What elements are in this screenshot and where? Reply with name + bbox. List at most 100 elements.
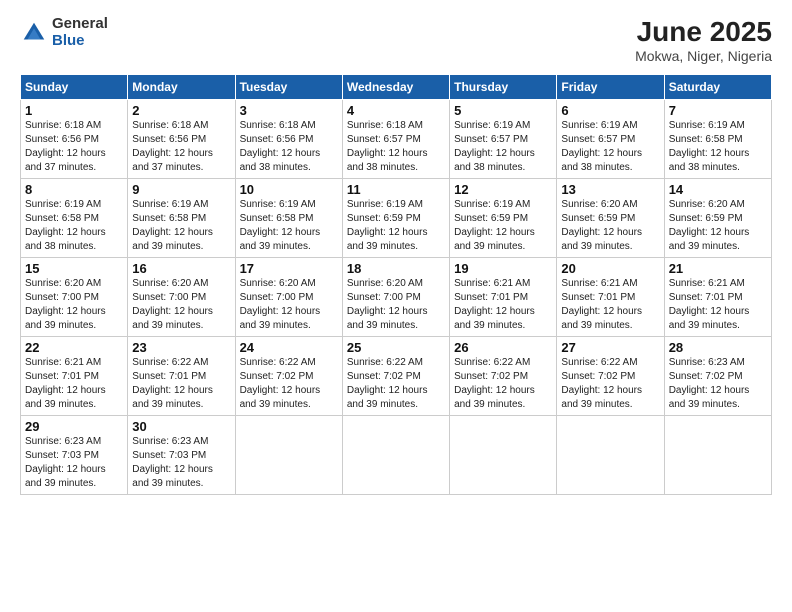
- main-title: June 2025: [635, 16, 772, 48]
- day-number: 6: [561, 103, 659, 118]
- day-number: 22: [25, 340, 123, 355]
- day-info: Sunrise: 6:19 AMSunset: 6:58 PMDaylight:…: [669, 120, 750, 173]
- day-info: Sunrise: 6:21 AMSunset: 7:01 PMDaylight:…: [561, 278, 642, 331]
- col-monday: Monday: [128, 75, 235, 100]
- logo-text: General Blue: [52, 16, 108, 49]
- calendar-cell: 25 Sunrise: 6:22 AMSunset: 7:02 PMDaylig…: [342, 337, 449, 416]
- day-number: 20: [561, 261, 659, 276]
- logo: General Blue: [20, 16, 108, 49]
- day-number: 25: [347, 340, 445, 355]
- calendar-cell: 16 Sunrise: 6:20 AMSunset: 7:00 PMDaylig…: [128, 258, 235, 337]
- calendar-cell: 13 Sunrise: 6:20 AMSunset: 6:59 PMDaylig…: [557, 179, 664, 258]
- calendar-cell: 24 Sunrise: 6:22 AMSunset: 7:02 PMDaylig…: [235, 337, 342, 416]
- day-info: Sunrise: 6:18 AMSunset: 6:57 PMDaylight:…: [347, 120, 428, 173]
- day-info: Sunrise: 6:20 AMSunset: 7:00 PMDaylight:…: [25, 278, 106, 331]
- day-number: 18: [347, 261, 445, 276]
- calendar-cell: 7 Sunrise: 6:19 AMSunset: 6:58 PMDayligh…: [664, 100, 771, 179]
- calendar-cell: [557, 416, 664, 495]
- day-number: 23: [132, 340, 230, 355]
- calendar-cell: 2 Sunrise: 6:18 AMSunset: 6:56 PMDayligh…: [128, 100, 235, 179]
- calendar-cell: 3 Sunrise: 6:18 AMSunset: 6:56 PMDayligh…: [235, 100, 342, 179]
- calendar-cell: 27 Sunrise: 6:22 AMSunset: 7:02 PMDaylig…: [557, 337, 664, 416]
- calendar-cell: 15 Sunrise: 6:20 AMSunset: 7:00 PMDaylig…: [21, 258, 128, 337]
- week-row-5: 29 Sunrise: 6:23 AMSunset: 7:03 PMDaylig…: [21, 416, 772, 495]
- day-number: 8: [25, 182, 123, 197]
- day-info: Sunrise: 6:22 AMSunset: 7:02 PMDaylight:…: [240, 357, 321, 410]
- day-info: Sunrise: 6:18 AMSunset: 6:56 PMDaylight:…: [25, 120, 106, 173]
- subtitle: Mokwa, Niger, Nigeria: [635, 48, 772, 64]
- day-number: 7: [669, 103, 767, 118]
- logo-icon: [20, 19, 48, 47]
- day-info: Sunrise: 6:19 AMSunset: 6:58 PMDaylight:…: [132, 199, 213, 252]
- col-saturday: Saturday: [664, 75, 771, 100]
- day-info: Sunrise: 6:19 AMSunset: 6:59 PMDaylight:…: [347, 199, 428, 252]
- calendar-cell: 8 Sunrise: 6:19 AMSunset: 6:58 PMDayligh…: [21, 179, 128, 258]
- day-info: Sunrise: 6:23 AMSunset: 7:03 PMDaylight:…: [25, 436, 106, 489]
- day-number: 24: [240, 340, 338, 355]
- day-number: 1: [25, 103, 123, 118]
- day-number: 21: [669, 261, 767, 276]
- calendar-cell: 6 Sunrise: 6:19 AMSunset: 6:57 PMDayligh…: [557, 100, 664, 179]
- week-row-3: 15 Sunrise: 6:20 AMSunset: 7:00 PMDaylig…: [21, 258, 772, 337]
- calendar-cell: [664, 416, 771, 495]
- calendar-cell: 22 Sunrise: 6:21 AMSunset: 7:01 PMDaylig…: [21, 337, 128, 416]
- day-info: Sunrise: 6:19 AMSunset: 6:59 PMDaylight:…: [454, 199, 535, 252]
- calendar-header-row: Sunday Monday Tuesday Wednesday Thursday…: [21, 75, 772, 100]
- day-number: 28: [669, 340, 767, 355]
- calendar-cell: [342, 416, 449, 495]
- calendar-cell: 17 Sunrise: 6:20 AMSunset: 7:00 PMDaylig…: [235, 258, 342, 337]
- calendar-cell: 23 Sunrise: 6:22 AMSunset: 7:01 PMDaylig…: [128, 337, 235, 416]
- week-row-4: 22 Sunrise: 6:21 AMSunset: 7:01 PMDaylig…: [21, 337, 772, 416]
- header: General Blue June 2025 Mokwa, Niger, Nig…: [20, 16, 772, 64]
- calendar-cell: [235, 416, 342, 495]
- day-info: Sunrise: 6:19 AMSunset: 6:57 PMDaylight:…: [454, 120, 535, 173]
- title-block: June 2025 Mokwa, Niger, Nigeria: [635, 16, 772, 64]
- calendar-table: Sunday Monday Tuesday Wednesday Thursday…: [20, 74, 772, 495]
- day-info: Sunrise: 6:21 AMSunset: 7:01 PMDaylight:…: [25, 357, 106, 410]
- day-number: 29: [25, 419, 123, 434]
- calendar-cell: 4 Sunrise: 6:18 AMSunset: 6:57 PMDayligh…: [342, 100, 449, 179]
- col-wednesday: Wednesday: [342, 75, 449, 100]
- day-info: Sunrise: 6:23 AMSunset: 7:03 PMDaylight:…: [132, 436, 213, 489]
- calendar-cell: 28 Sunrise: 6:23 AMSunset: 7:02 PMDaylig…: [664, 337, 771, 416]
- day-number: 16: [132, 261, 230, 276]
- day-info: Sunrise: 6:20 AMSunset: 7:00 PMDaylight:…: [240, 278, 321, 331]
- day-info: Sunrise: 6:18 AMSunset: 6:56 PMDaylight:…: [132, 120, 213, 173]
- day-number: 5: [454, 103, 552, 118]
- calendar-cell: 29 Sunrise: 6:23 AMSunset: 7:03 PMDaylig…: [21, 416, 128, 495]
- col-sunday: Sunday: [21, 75, 128, 100]
- day-number: 4: [347, 103, 445, 118]
- calendar-cell: 21 Sunrise: 6:21 AMSunset: 7:01 PMDaylig…: [664, 258, 771, 337]
- calendar-cell: 5 Sunrise: 6:19 AMSunset: 6:57 PMDayligh…: [450, 100, 557, 179]
- day-info: Sunrise: 6:21 AMSunset: 7:01 PMDaylight:…: [454, 278, 535, 331]
- day-number: 17: [240, 261, 338, 276]
- day-info: Sunrise: 6:19 AMSunset: 6:57 PMDaylight:…: [561, 120, 642, 173]
- day-number: 10: [240, 182, 338, 197]
- day-info: Sunrise: 6:23 AMSunset: 7:02 PMDaylight:…: [669, 357, 750, 410]
- calendar-cell: 20 Sunrise: 6:21 AMSunset: 7:01 PMDaylig…: [557, 258, 664, 337]
- day-number: 13: [561, 182, 659, 197]
- day-info: Sunrise: 6:19 AMSunset: 6:58 PMDaylight:…: [25, 199, 106, 252]
- day-info: Sunrise: 6:18 AMSunset: 6:56 PMDaylight:…: [240, 120, 321, 173]
- day-number: 14: [669, 182, 767, 197]
- week-row-2: 8 Sunrise: 6:19 AMSunset: 6:58 PMDayligh…: [21, 179, 772, 258]
- day-number: 9: [132, 182, 230, 197]
- day-info: Sunrise: 6:20 AMSunset: 6:59 PMDaylight:…: [669, 199, 750, 252]
- day-number: 12: [454, 182, 552, 197]
- calendar-cell: 10 Sunrise: 6:19 AMSunset: 6:58 PMDaylig…: [235, 179, 342, 258]
- calendar-cell: 14 Sunrise: 6:20 AMSunset: 6:59 PMDaylig…: [664, 179, 771, 258]
- day-info: Sunrise: 6:22 AMSunset: 7:02 PMDaylight:…: [347, 357, 428, 410]
- day-number: 19: [454, 261, 552, 276]
- day-info: Sunrise: 6:21 AMSunset: 7:01 PMDaylight:…: [669, 278, 750, 331]
- day-number: 11: [347, 182, 445, 197]
- calendar-cell: 11 Sunrise: 6:19 AMSunset: 6:59 PMDaylig…: [342, 179, 449, 258]
- logo-general: General: [52, 16, 108, 33]
- calendar-cell: 18 Sunrise: 6:20 AMSunset: 7:00 PMDaylig…: [342, 258, 449, 337]
- week-row-1: 1 Sunrise: 6:18 AMSunset: 6:56 PMDayligh…: [21, 100, 772, 179]
- day-info: Sunrise: 6:19 AMSunset: 6:58 PMDaylight:…: [240, 199, 321, 252]
- calendar-cell: 26 Sunrise: 6:22 AMSunset: 7:02 PMDaylig…: [450, 337, 557, 416]
- day-number: 27: [561, 340, 659, 355]
- col-thursday: Thursday: [450, 75, 557, 100]
- day-number: 3: [240, 103, 338, 118]
- calendar-cell: 19 Sunrise: 6:21 AMSunset: 7:01 PMDaylig…: [450, 258, 557, 337]
